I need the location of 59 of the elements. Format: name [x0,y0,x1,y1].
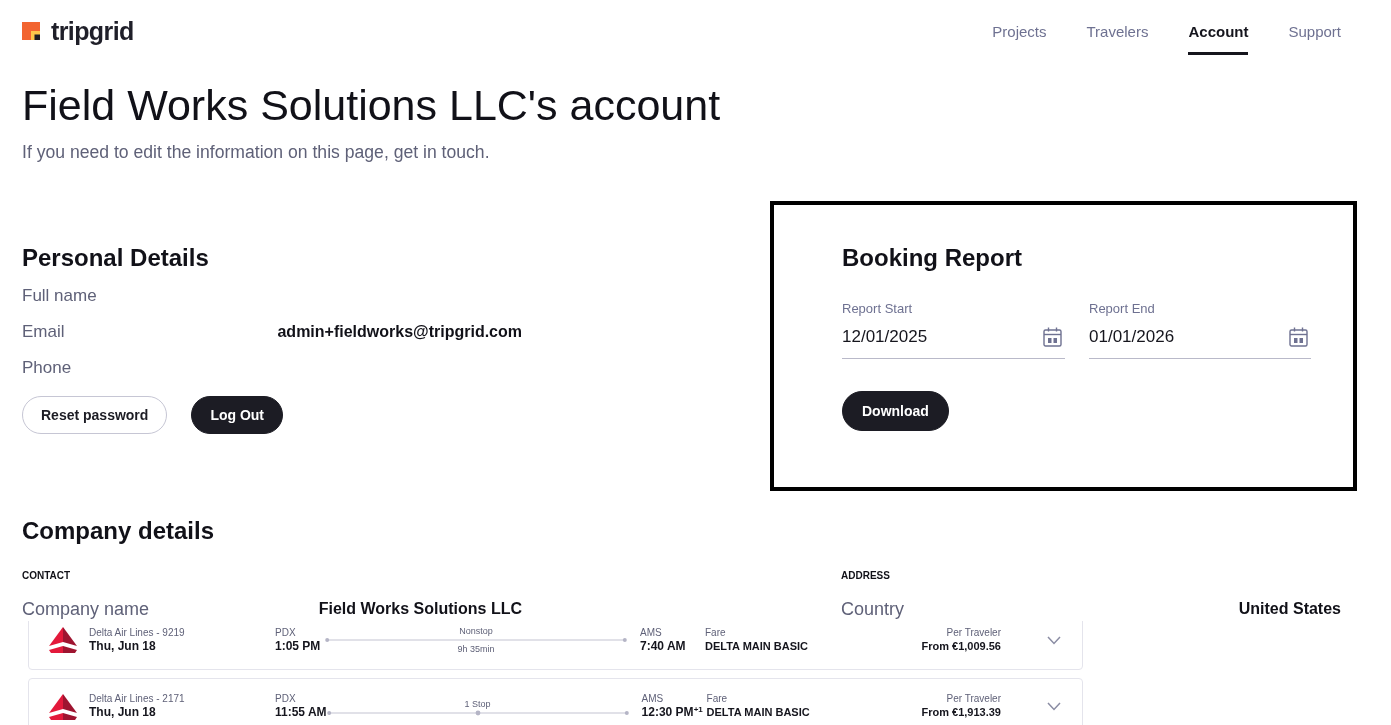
triangle-logo-icon [49,627,77,653]
flight-card[interactable]: Delta Air Lines - 9219 Thu, Jun 18 PDX 1:05 PM Nonstop 9h 35min AMS 7:40 AM Fare DELTA MAIN BASIC Per Traveler From €1,009.56 [28,621,1083,670]
chevron-down-icon[interactable] [1047,702,1061,711]
departure-time: 1:05 PM [275,638,321,654]
page-title: Field Works Solutions LLC's account [22,80,721,130]
airport-code: PDX [275,693,296,705]
airline-flight-number: Delta Air Lines - 9219 [89,626,185,639]
log-out-button[interactable]: Log Out [191,396,284,434]
chevron-down-icon[interactable] [1047,635,1061,645]
arrival-time: 12:30 PM$^{+1}$ [641,705,703,720]
field-label: Report Start [842,301,913,317]
section-label: CONTACT [22,570,71,582]
triangle-logo-icon [49,693,77,720]
date-input[interactable]: 12/01/2025 [842,317,1065,359]
nav-link[interactable]: Projects [992,14,1047,55]
field-label: Full name [22,285,97,308]
download-button[interactable]: Download [842,391,949,431]
airline-flight-number: Delta Air Lines - 2171 [89,693,185,705]
flight-date: Thu, Jun 18 [89,638,156,654]
calendar-icon[interactable] [1289,327,1308,347]
nav-link[interactable]: Support [1288,14,1341,55]
stops-label: Nonstop [459,625,493,637]
departure-time: 11:55 AM [275,705,327,720]
section-heading: Company details [22,516,215,545]
logo-icon [22,22,40,40]
field-label: Phone [22,357,72,380]
field-value: Field Works Solutions LLC [318,599,522,619]
airport-code: AMS [640,626,662,639]
fare-label: Fare [705,626,726,639]
page-subtitle: If you need to edit the information on this page, get in touch. [22,141,490,164]
price-label: Per Traveler [946,693,1001,705]
airport-code: PDX [275,626,296,639]
price-label: Per Traveler [946,626,1001,639]
airport-code: AMS [641,693,664,705]
fare-class: DELTA MAIN BASIC [706,705,810,720]
section-label: ADDRESS [841,570,890,582]
date-input[interactable]: 01/01/2026 [1089,317,1311,359]
price-text: From €1,009.56 [921,638,1001,654]
field-value: admin+fieldworks@tripgrid.com [277,322,522,342]
field-value: United States [1238,599,1341,619]
nav-link[interactable]: Account [1188,14,1249,55]
arrival-time: 7:40 AM [640,638,686,654]
field-label: Country [841,597,905,621]
section-heading: Booking Report [842,243,1022,272]
flight-card[interactable]: Delta Air Lines - 2171 Thu, Jun 18 PDX 11:55 AM 1 Stop AMS 12:30 PM$^{+1}$ Fare DELTA MAIN BASIC Per Traveler From €1,913.39 [28,678,1083,725]
field-label: Email [22,321,65,344]
flight-date: Thu, Jun 18 [89,705,156,720]
reset-password-button[interactable]: Reset password [22,396,168,434]
price-text: From €1,913.39 [921,705,1001,720]
field-label: Company name [22,597,150,621]
brand-name: tripgrid [51,19,134,43]
stops-label: 1 Stop [464,697,491,710]
nav-link[interactable]: Travelers [1086,14,1149,55]
fare-class: DELTA MAIN BASIC [705,638,809,654]
fare-label: Fare [706,693,728,705]
section-heading: Personal Details [22,243,209,272]
duration-text: 9h 35min [457,643,495,655]
field-label: Report End [1089,301,1155,317]
calendar-icon[interactable] [1043,327,1062,347]
